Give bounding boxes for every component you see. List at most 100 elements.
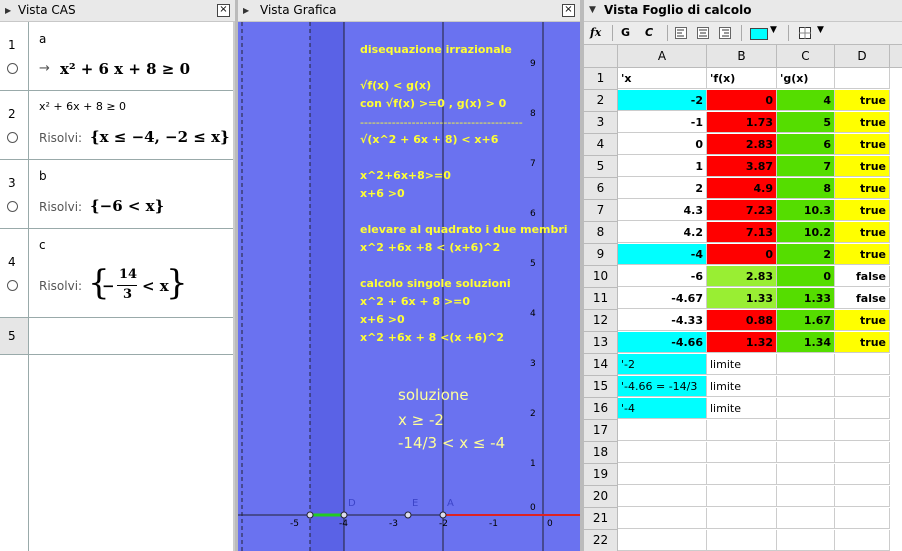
cell-a14[interactable]: '-2	[618, 354, 707, 375]
cell-b11[interactable]: 1.33	[707, 288, 777, 309]
cell-d6[interactable]: true	[835, 178, 890, 199]
cell-d14[interactable]	[835, 354, 890, 375]
cell-c16[interactable]	[777, 398, 835, 419]
row-header[interactable]: 17	[584, 420, 618, 442]
cell-a19[interactable]	[618, 464, 707, 485]
cell-a22[interactable]	[618, 530, 707, 551]
cell-a2[interactable]: -2	[618, 90, 707, 111]
cell-a13[interactable]: -4.66	[618, 332, 707, 353]
point-marker[interactable]	[404, 511, 412, 519]
chevron-down-icon[interactable]: ▼	[770, 25, 777, 35]
row-header[interactable]: 11	[584, 288, 618, 310]
cell-c8[interactable]: 10.2	[777, 222, 835, 243]
chevron-down-icon[interactable]: ▼	[817, 25, 824, 35]
collapse-triangle-icon[interactable]: ▶	[243, 0, 249, 21]
cell-a10[interactable]: -6	[618, 266, 707, 287]
fill-color-swatch[interactable]	[750, 28, 768, 40]
cell-a15[interactable]: '-4.66 = -14/3	[618, 376, 707, 397]
row-header[interactable]: 22	[584, 530, 618, 551]
column-header[interactable]: A	[618, 45, 707, 68]
cell-d8[interactable]: true	[835, 222, 890, 243]
cell-a21[interactable]	[618, 508, 707, 529]
cell-a3[interactable]: -1	[618, 112, 707, 133]
cell-a12[interactable]: -4.33	[618, 310, 707, 331]
cell-d4[interactable]: true	[835, 134, 890, 155]
row-header[interactable]: 1	[584, 68, 618, 90]
cas-row[interactable]: 4 c Risolvi: { − 14 3 < x }	[0, 229, 233, 318]
cell-b1[interactable]: 'f(x)	[707, 68, 777, 89]
row-header[interactable]: 14	[584, 354, 618, 376]
graphics-canvas[interactable]: 9 8 7 6 5 4 3 2 1 0 -5 -4 -3 -2 -1 0 D E…	[238, 22, 580, 551]
cell-b10[interactable]: 2.83	[707, 266, 777, 287]
collapse-triangle-icon[interactable]: ▼	[589, 0, 596, 21]
align-left-icon[interactable]	[675, 27, 687, 39]
row-header[interactable]: 15	[584, 376, 618, 398]
cell-d12[interactable]: true	[835, 310, 890, 331]
cell-c13[interactable]: 1.34	[777, 332, 835, 353]
cell-b4[interactable]: 2.83	[707, 134, 777, 155]
cell-d15[interactable]	[835, 376, 890, 397]
row-header[interactable]: 12	[584, 310, 618, 332]
cas-input[interactable]: x² + 6x + 8 ≥ 0	[39, 100, 126, 113]
cell-a8[interactable]: 4.2	[618, 222, 707, 243]
cell-a17[interactable]	[618, 420, 707, 441]
cell-c1[interactable]: 'g(x)	[777, 68, 835, 89]
cas-input[interactable]: c	[39, 238, 46, 252]
cell-b16[interactable]: limite	[707, 398, 777, 419]
row-header[interactable]: 20	[584, 486, 618, 508]
cell-c2[interactable]: 4	[777, 90, 835, 111]
cell-d2[interactable]: true	[835, 90, 890, 111]
border-icon[interactable]	[799, 27, 811, 39]
cell-c6[interactable]: 8	[777, 178, 835, 199]
cell-d16[interactable]	[835, 398, 890, 419]
row-header[interactable]: 19	[584, 464, 618, 486]
cell-a7[interactable]: 4.3	[618, 200, 707, 221]
cell-c17[interactable]	[777, 420, 835, 441]
cell-c12[interactable]: 1.67	[777, 310, 835, 331]
cell-d17[interactable]	[835, 420, 890, 441]
corner-header[interactable]	[584, 45, 618, 68]
row-header[interactable]: 6	[584, 178, 618, 200]
cell-b17[interactable]	[707, 420, 777, 441]
cell-b3[interactable]: 1.73	[707, 112, 777, 133]
cell-b15[interactable]: limite	[707, 376, 777, 397]
row-header[interactable]: 16	[584, 398, 618, 420]
cell-b12[interactable]: 0.88	[707, 310, 777, 331]
cell-c22[interactable]	[777, 530, 835, 551]
row-header[interactable]: 5	[584, 156, 618, 178]
cell-a1[interactable]: 'x	[618, 68, 707, 89]
toggle-circle-icon[interactable]	[7, 132, 18, 143]
cas-row[interactable]: 5	[0, 318, 233, 355]
cell-c21[interactable]	[777, 508, 835, 529]
cell-a9[interactable]: -4	[618, 244, 707, 265]
cell-d10[interactable]: false	[835, 266, 890, 287]
row-header[interactable]: 18	[584, 442, 618, 464]
cell-a6[interactable]: 2	[618, 178, 707, 199]
cell-b8[interactable]: 7.13	[707, 222, 777, 243]
cell-b9[interactable]: 0	[707, 244, 777, 265]
cell-b20[interactable]	[707, 486, 777, 507]
cas-input[interactable]: a	[39, 32, 46, 46]
cell-d1[interactable]	[835, 68, 890, 89]
cas-row[interactable]: 3 b Risolvi: {−6 < x}	[0, 160, 233, 229]
cell-d22[interactable]	[835, 530, 890, 551]
cell-c19[interactable]	[777, 464, 835, 485]
cell-b19[interactable]	[707, 464, 777, 485]
cell-d21[interactable]	[835, 508, 890, 529]
point-marker[interactable]	[340, 511, 348, 519]
row-header[interactable]: 2	[584, 90, 618, 112]
cell-c20[interactable]	[777, 486, 835, 507]
row-header[interactable]: 9	[584, 244, 618, 266]
cell-b6[interactable]: 4.9	[707, 178, 777, 199]
row-header[interactable]: 7	[584, 200, 618, 222]
close-icon[interactable]: ×	[562, 4, 575, 17]
cell-a11[interactable]: -4.67	[618, 288, 707, 309]
cell-b14[interactable]: limite	[707, 354, 777, 375]
cell-d18[interactable]	[835, 442, 890, 463]
cell-c18[interactable]	[777, 442, 835, 463]
row-header[interactable]: 10	[584, 266, 618, 288]
cell-c9[interactable]: 2	[777, 244, 835, 265]
cell-c15[interactable]	[777, 376, 835, 397]
italic-button[interactable]: C	[645, 25, 653, 40]
cell-b18[interactable]	[707, 442, 777, 463]
